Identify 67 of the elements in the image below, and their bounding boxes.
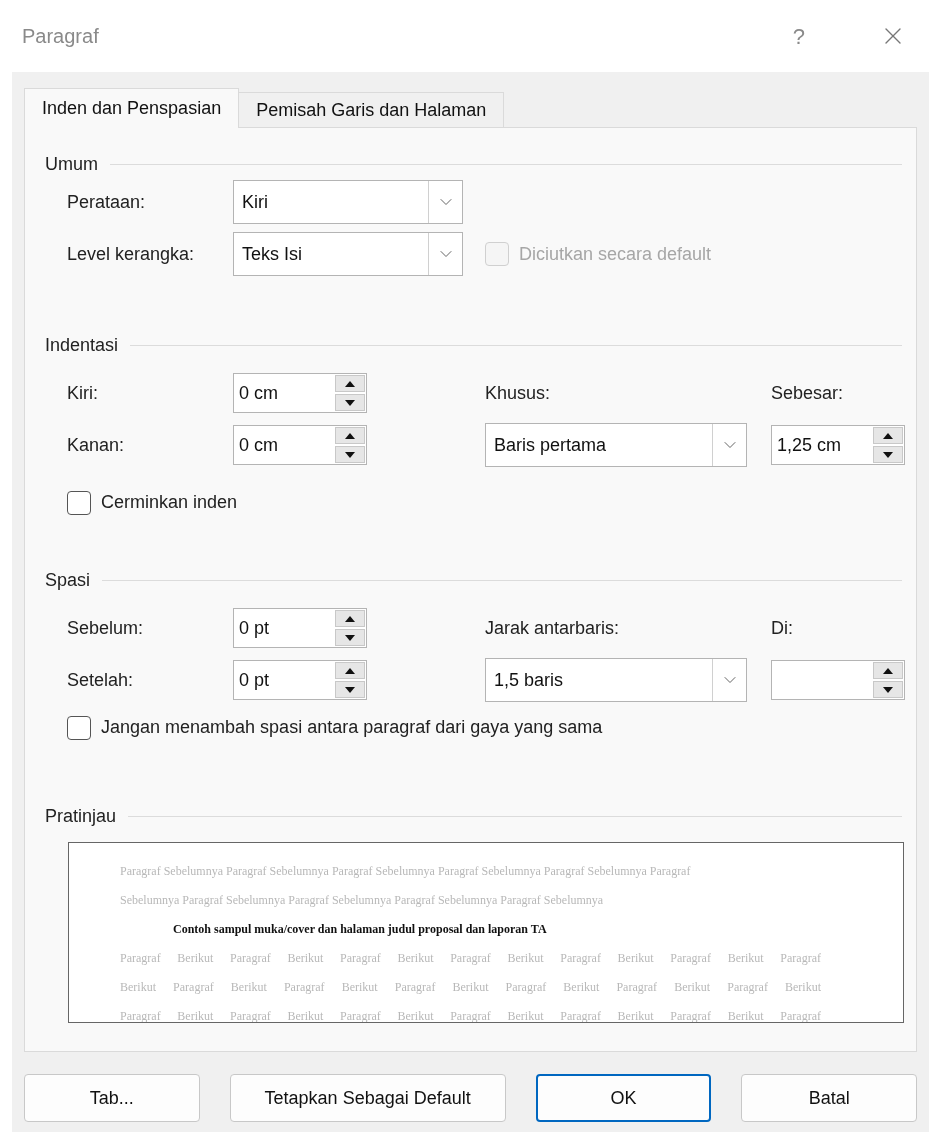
spin-down-button[interactable] <box>335 629 365 646</box>
triangle-down-icon <box>345 686 355 693</box>
special-indent-dropdown[interactable]: Baris pertama <box>485 423 747 467</box>
triangle-down-icon <box>345 634 355 641</box>
section-title: Umum <box>45 153 98 176</box>
dialog-button[interactable]: Tetapkan Sebagai Default <box>229 1074 506 1122</box>
field-label: Jarak antarbaris: <box>485 616 620 640</box>
spin-down-button[interactable] <box>873 446 903 463</box>
tab[interactable]: Inden dan Penspasian <box>24 88 240 128</box>
outline-level-dropdown[interactable]: Teks Isi <box>233 232 463 276</box>
field-label: Khusus: <box>485 381 551 405</box>
checkbox[interactable] <box>67 490 91 515</box>
spin-down-button[interactable] <box>873 681 903 698</box>
indent-by-field[interactable]: 1,25 cm <box>771 425 905 465</box>
triangle-down-icon <box>345 399 355 406</box>
right-indent-field[interactable]: 0 cm <box>233 425 367 465</box>
checkbox[interactable] <box>67 715 91 740</box>
spin-up-button[interactable] <box>873 662 903 679</box>
dialog-button[interactable]: Tab... <box>24 1074 200 1122</box>
window-title: Paragraf <box>22 24 99 49</box>
spin-down-button[interactable] <box>335 394 365 411</box>
line-spacing-dropdown[interactable]: 1,5 baris <box>485 658 747 702</box>
triangle-up-icon <box>345 615 355 622</box>
spacing-after-field[interactable]: 0 pt <box>233 660 367 700</box>
preview-text: Paragraf Sebelumnya Paragraf Sebelumnya Paragraf Sebelumnya Paragraf Sebelumnya Paragraf Sebelumnya Paragraf <box>120 863 692 880</box>
spin-up-button[interactable] <box>335 427 365 444</box>
spin-up-button[interactable] <box>335 375 365 392</box>
checkbox-label: Cerminkan inden <box>101 491 238 514</box>
tab[interactable]: Pemisah Garis dan Halaman <box>239 92 505 128</box>
preview-text: Paragraf Berikut Paragraf Berikut Paragraf Berikut Paragraf Berikut Paragraf Berikut Paragraf Berikut Paragraf <box>120 1008 822 1022</box>
spin-up-button[interactable] <box>335 610 365 627</box>
triangle-up-icon <box>345 432 355 439</box>
preview-text: Berikut Paragraf Berikut Paragraf Berikut Paragraf Berikut Paragraf Berikut Paragraf Berikut Paragraf Berikut <box>120 979 822 996</box>
field-label: Sebelum: <box>67 616 144 640</box>
preview-text: Sebelumnya Paragraf Sebelumnya Paragraf Sebelumnya Paragraf Sebelumnya Paragraf Sebelumnya <box>120 892 605 909</box>
spacing-before-field[interactable]: 0 pt <box>233 608 367 648</box>
triangle-up-icon <box>345 667 355 674</box>
spin-down-button[interactable] <box>335 681 365 698</box>
section-title: Spasi <box>45 569 91 592</box>
triangle-up-icon <box>883 432 893 439</box>
field-label: Sebesar: <box>771 381 844 405</box>
triangle-down-icon <box>883 686 893 693</box>
field-label: Di: <box>771 616 793 640</box>
help-button[interactable]: ? <box>792 19 805 53</box>
field-label: Kanan: <box>67 433 125 457</box>
triangle-down-icon <box>883 451 893 458</box>
field-label: Level kerangka: <box>67 242 195 266</box>
triangle-up-icon <box>345 380 355 387</box>
dialog-button[interactable]: OK <box>535 1074 712 1122</box>
section-title: Pratinjau <box>45 805 117 828</box>
spin-up-button[interactable] <box>335 662 365 679</box>
dialog-button[interactable]: Batal <box>741 1074 917 1122</box>
spin-up-button[interactable] <box>873 427 903 444</box>
checkbox-label: Diciutkan secara default <box>519 242 712 266</box>
checkbox-label: Jangan menambah spasi antara paragraf dari gaya yang sama <box>101 716 603 739</box>
alignment-dropdown[interactable]: Kiri <box>233 180 463 224</box>
spin-down-button[interactable] <box>335 446 365 463</box>
field-label: Kiri: <box>67 381 98 405</box>
section-title: Indentasi <box>45 334 119 357</box>
spacing-at-field[interactable] <box>771 660 905 700</box>
left-indent-field[interactable]: 0 cm <box>233 373 367 413</box>
preview-text: Contoh sampul muka/cover dan halaman judul proposal dan laporan TA <box>172 921 548 938</box>
triangle-up-icon <box>883 667 893 674</box>
preview-text: Paragraf Berikut Paragraf Berikut Paragraf Berikut Paragraf Berikut Paragraf Berikut Paragraf Berikut Paragraf <box>120 950 822 967</box>
field-label: Perataan: <box>67 190 146 214</box>
triangle-down-icon <box>345 451 355 458</box>
field-label: Setelah: <box>67 668 134 692</box>
